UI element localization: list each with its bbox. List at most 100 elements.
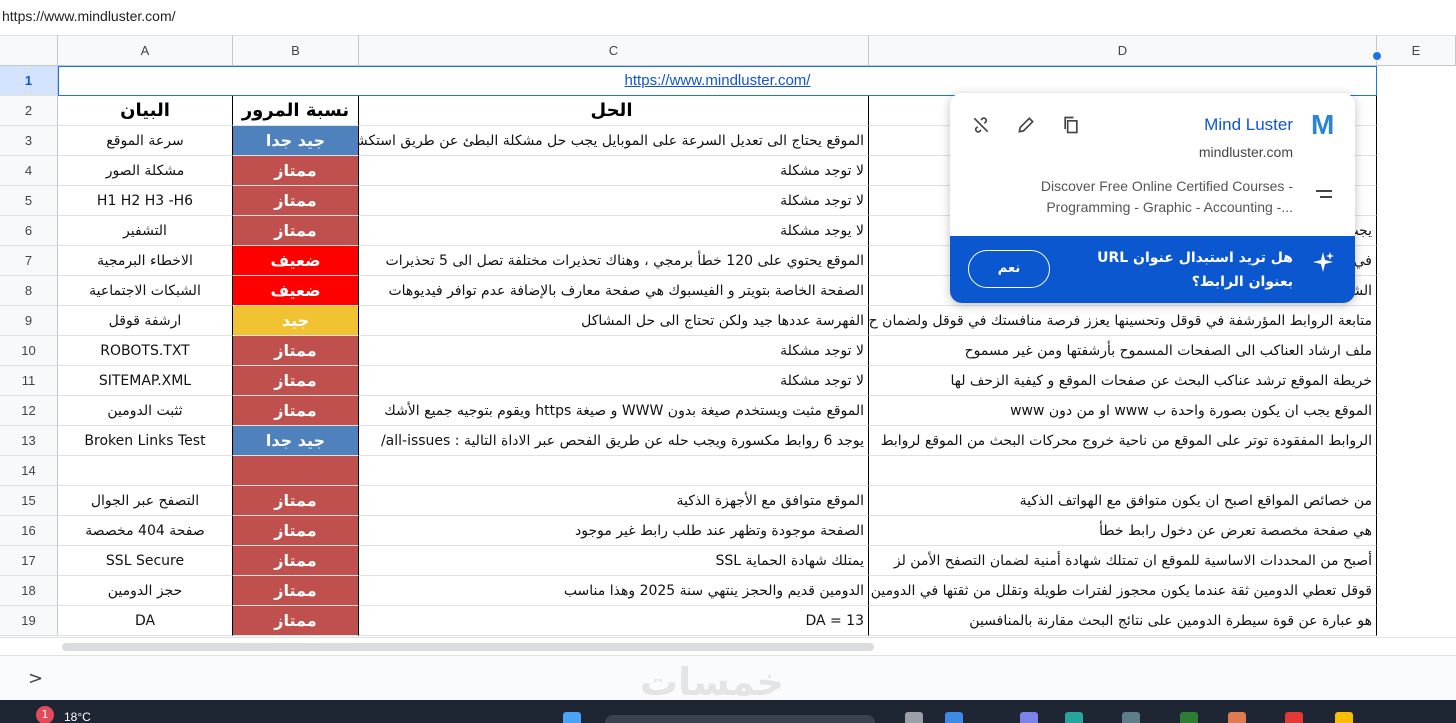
url-link-cell[interactable]: https://www.mindluster.com/	[58, 66, 1377, 96]
column-header-e[interactable]: E	[1377, 35, 1456, 66]
description-cell[interactable]: ملف ارشاد العناكب الى الصفحات المسموح بأ…	[869, 336, 1377, 366]
header-statement[interactable]: البيان	[58, 96, 233, 126]
statement-cell[interactable]: صفحة 404 مخصصة	[58, 516, 233, 546]
edit-icon[interactable]	[1015, 115, 1037, 137]
statement-cell[interactable]: حجز الدومين	[58, 576, 233, 606]
teams-icon[interactable]	[1020, 712, 1038, 723]
solution-cell[interactable]: الموقع متوافق مع الأجهزة الذكية	[359, 486, 869, 516]
row-number[interactable]: 16	[0, 516, 58, 546]
solution-cell[interactable]: DA = 13	[359, 606, 869, 636]
statement-cell[interactable]: مشكلة الصور	[58, 156, 233, 186]
column-header-c[interactable]: C	[359, 35, 869, 66]
chrome-icon[interactable]	[1335, 712, 1353, 723]
statement-cell[interactable]	[58, 456, 233, 486]
pass-rate-cell[interactable]: ممتاز	[233, 516, 359, 546]
pass-rate-cell[interactable]: ممتاز	[233, 546, 359, 576]
pass-rate-cell[interactable]: ممتاز	[233, 366, 359, 396]
statement-cell[interactable]: SSL Secure	[58, 546, 233, 576]
statement-cell[interactable]: SITEMAP.XML	[58, 366, 233, 396]
pass-rate-cell[interactable]: ممتاز	[233, 396, 359, 426]
pass-rate-cell[interactable]: جيد جدا	[233, 126, 359, 156]
whatsapp-icon[interactable]	[1180, 712, 1198, 723]
statement-cell[interactable]: التشفير	[58, 216, 233, 246]
description-cell[interactable]: هو عبارة عن قوة سيطرة الدومين على نتائج …	[869, 606, 1377, 636]
row-number[interactable]: 11	[0, 366, 58, 396]
statement-cell[interactable]: الشبكات الاجتماعية	[58, 276, 233, 306]
solution-cell[interactable]: لا توجد مشكلة	[359, 336, 869, 366]
solution-cell[interactable]: يوجد 6 روابط مكسورة ويجب حله عن طريق الف…	[359, 426, 869, 456]
column-header-b[interactable]: B	[233, 35, 359, 66]
row-number[interactable]: 1	[0, 66, 58, 96]
statement-cell[interactable]: ROBOTS.TXT	[58, 336, 233, 366]
column-header-d[interactable]: D	[869, 35, 1377, 66]
header-pass-rate[interactable]: نسبة المرور	[233, 96, 359, 126]
task-view-icon[interactable]	[905, 712, 923, 723]
solution-cell[interactable]	[359, 456, 869, 486]
row-number[interactable]: 3	[0, 126, 58, 156]
solution-cell[interactable]: لا توجد مشكلة	[359, 156, 869, 186]
pass-rate-cell[interactable]: ممتاز	[233, 576, 359, 606]
description-cell[interactable]: هي صفحة مخصصة تعرض عن دخول رابط خطأ	[869, 516, 1377, 546]
weather-badge[interactable]: 1	[36, 706, 54, 723]
solution-cell[interactable]: الفهرسة عددها جيد ولكن تحتاج الى حل المش…	[359, 306, 869, 336]
statement-cell[interactable]: DA	[58, 606, 233, 636]
edge-icon[interactable]	[1065, 712, 1083, 723]
row-number[interactable]: 9	[0, 306, 58, 336]
copy-icon[interactable]	[1060, 115, 1082, 137]
description-cell[interactable]: أصبح من المحددات الاساسية للموقع ان تمتل…	[869, 546, 1377, 576]
header-solution[interactable]: الحل	[359, 96, 869, 126]
horizontal-scrollbar[interactable]	[0, 637, 1456, 655]
office-icon[interactable]	[1285, 712, 1303, 723]
solution-cell[interactable]: الدومين قديم والحجز ينتهي سنة 2025 وهذا …	[359, 576, 869, 606]
row-number[interactable]: 2	[0, 96, 58, 126]
link-title[interactable]: Mind Luster	[1204, 115, 1293, 135]
pass-rate-cell[interactable]: ممتاز	[233, 336, 359, 366]
row-number[interactable]: 8	[0, 276, 58, 306]
solution-cell[interactable]: لا توجد مشكلة	[359, 186, 869, 216]
row-number[interactable]: 7	[0, 246, 58, 276]
row-number[interactable]: 10	[0, 336, 58, 366]
pass-rate-cell[interactable]: جيد جدا	[233, 426, 359, 456]
description-cell[interactable]: الروابط المفقودة توتر على الموقع من ناحي…	[869, 426, 1377, 456]
row-number[interactable]: 5	[0, 186, 58, 216]
row-number[interactable]: 12	[0, 396, 58, 426]
description-cell[interactable]: الموقع يجب ان يكون بصورة واحدة ب www او …	[869, 396, 1377, 426]
pass-rate-cell[interactable]: ممتاز	[233, 486, 359, 516]
row-number[interactable]: 15	[0, 486, 58, 516]
solution-cell[interactable]: الصفحة موجودة وتظهر عند طلب رابط غير موج…	[359, 516, 869, 546]
chevron-right-icon[interactable]: >	[28, 668, 43, 689]
yes-button[interactable]: نعم	[968, 250, 1050, 288]
statement-cell[interactable]: ارشفة قوقل	[58, 306, 233, 336]
row-number[interactable]: 19	[0, 606, 58, 636]
pass-rate-cell[interactable]: ممتاز	[233, 156, 359, 186]
statement-cell[interactable]: التصفح عبر الجوال	[58, 486, 233, 516]
app-icon[interactable]	[945, 712, 963, 723]
solution-cell[interactable]: لا توجد مشكلة	[359, 366, 869, 396]
row-number[interactable]: 6	[0, 216, 58, 246]
statement-cell[interactable]: سرعة الموقع	[58, 126, 233, 156]
description-cell[interactable]: متابعة الروابط المؤرشفة في قوقل وتحسينها…	[869, 306, 1377, 336]
solution-cell[interactable]: يمتلك شهادة الحماية SSL	[359, 546, 869, 576]
pass-rate-cell[interactable]: ضعيف	[233, 276, 359, 306]
selection-resize-handle[interactable]	[1372, 51, 1382, 61]
statement-cell[interactable]: الاخطاء البرمجية	[58, 246, 233, 276]
description-cell[interactable]: من خصائص المواقع اصبح ان يكون متوافق مع …	[869, 486, 1377, 516]
description-cell[interactable]	[869, 456, 1377, 486]
pass-rate-cell[interactable]: ممتاز	[233, 216, 359, 246]
row-number[interactable]: 17	[0, 546, 58, 576]
statement-cell[interactable]: Broken Links Test	[58, 426, 233, 456]
solution-cell[interactable]: الصفحة الخاصة بتويتر و الفيسبوك هي صفحة …	[359, 276, 869, 306]
row-number[interactable]: 18	[0, 576, 58, 606]
scrollbar-thumb[interactable]	[62, 643, 874, 651]
description-cell[interactable]: خريطة الموقع ترشد عناكب البحث عن صفحات ا…	[869, 366, 1377, 396]
pass-rate-cell[interactable]: ممتاز	[233, 186, 359, 216]
statement-cell[interactable]: H1 H2 H3 -H6	[58, 186, 233, 216]
column-header-a[interactable]: A	[58, 35, 233, 66]
pass-rate-cell[interactable]	[233, 456, 359, 486]
description-cell[interactable]: قوقل تعطي الدومين ثقة عندما يكون محجوز ل…	[869, 576, 1377, 606]
photos-icon[interactable]	[1228, 712, 1246, 723]
solution-cell[interactable]: لا يوجد مشكلة	[359, 216, 869, 246]
row-number[interactable]: 13	[0, 426, 58, 456]
pass-rate-cell[interactable]: جيد	[233, 306, 359, 336]
select-all-corner[interactable]	[0, 35, 58, 66]
